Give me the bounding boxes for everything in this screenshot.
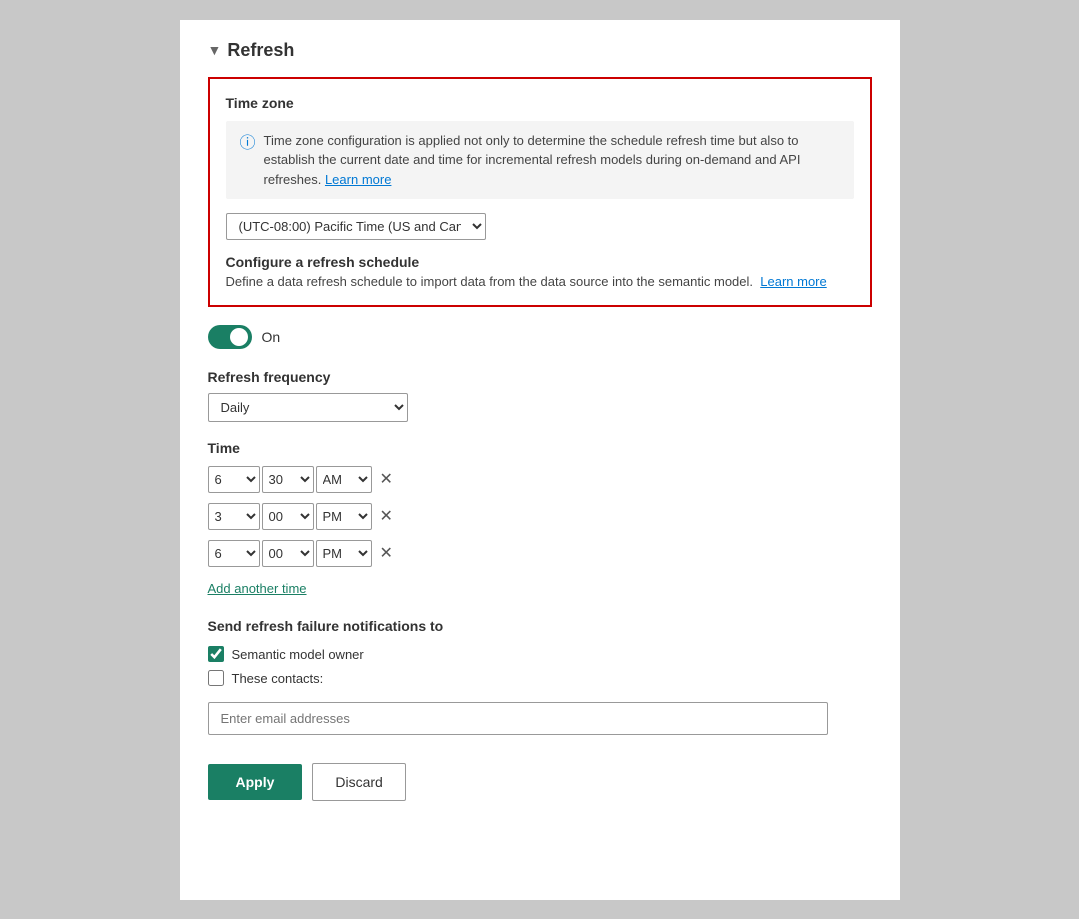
time-row-1-minute[interactable]: 30001545: [262, 466, 314, 493]
frequency-label: Refresh frequency: [208, 369, 872, 385]
timezone-section-title: Time zone: [226, 95, 854, 111]
timezone-select[interactable]: (UTC-08:00) Pacific Time (US and Can (UT…: [226, 213, 486, 240]
time-row-3-hour[interactable]: 612345789101112: [208, 540, 260, 567]
time-row-1-hour[interactable]: 612345789101112: [208, 466, 260, 493]
semantic-owner-label: Semantic model owner: [232, 647, 364, 662]
discard-button[interactable]: Discard: [312, 763, 405, 801]
configure-schedule-desc: Define a data refresh schedule to import…: [226, 274, 854, 289]
these-contacts-checkbox[interactable]: [208, 670, 224, 686]
add-another-time-link[interactable]: Add another time: [208, 581, 307, 596]
toggle-row: On: [208, 325, 872, 349]
notif-section-label: Send refresh failure notifications to: [208, 618, 872, 634]
collapse-arrow[interactable]: ▼: [208, 42, 222, 58]
apply-button[interactable]: Apply: [208, 764, 303, 800]
these-contacts-label: These contacts:: [232, 671, 324, 686]
configure-schedule-desc-text: Define a data refresh schedule to import…: [226, 274, 754, 289]
toggle-label: On: [262, 329, 281, 345]
semantic-owner-row: Semantic model owner: [208, 646, 872, 662]
page-title: ▼ Refresh: [208, 40, 872, 61]
page-title-text: Refresh: [227, 40, 294, 61]
time-row-3-ampm[interactable]: PMAM: [316, 540, 372, 567]
timezone-config-box: Time zone ⓘ Time zone configuration is a…: [208, 77, 872, 308]
time-row-1: 612345789101112 30001545 AMPM ✕: [208, 466, 872, 493]
time-row-2: 312456789101112 00153045 PMAM ✕: [208, 503, 872, 530]
time-row-2-hour[interactable]: 312456789101112: [208, 503, 260, 530]
frequency-select[interactable]: Daily Weekly: [208, 393, 408, 422]
time-row-3: 612345789101112 00153045 PMAM ✕: [208, 540, 872, 567]
main-panel: ▼ Refresh Time zone ⓘ Time zone configur…: [180, 20, 900, 900]
time-section-label: Time: [208, 440, 872, 456]
timezone-info-text: Time zone configuration is applied not o…: [264, 131, 840, 190]
time-row-1-remove[interactable]: ✕: [380, 472, 393, 488]
time-row-2-remove[interactable]: ✕: [380, 509, 393, 525]
refresh-toggle[interactable]: [208, 325, 252, 349]
button-row: Apply Discard: [208, 763, 872, 801]
time-row-3-minute[interactable]: 00153045: [262, 540, 314, 567]
time-row-3-remove[interactable]: ✕: [380, 546, 393, 562]
time-row-1-ampm[interactable]: AMPM: [316, 466, 372, 493]
configure-learn-more-link[interactable]: Learn more: [760, 274, 826, 289]
configure-schedule-title: Configure a refresh schedule: [226, 254, 854, 270]
info-icon: ⓘ: [240, 132, 256, 156]
these-contacts-row: These contacts:: [208, 670, 872, 686]
semantic-owner-checkbox[interactable]: [208, 646, 224, 662]
time-row-2-ampm[interactable]: PMAM: [316, 503, 372, 530]
timezone-info-box: ⓘ Time zone configuration is applied not…: [226, 121, 854, 200]
time-row-2-minute[interactable]: 00153045: [262, 503, 314, 530]
email-input[interactable]: [208, 702, 828, 735]
timezone-learn-more-link[interactable]: Learn more: [325, 172, 391, 187]
